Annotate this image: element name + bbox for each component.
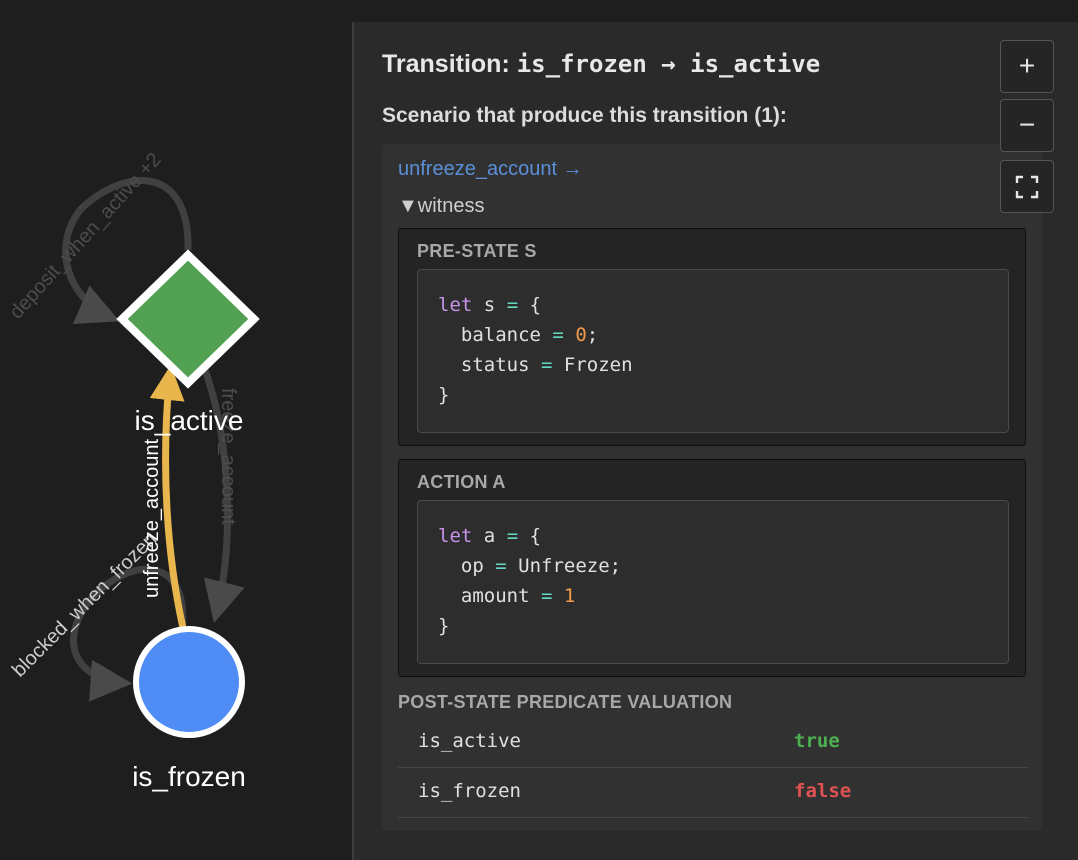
pre-state-code: let s = { balance = 0; status = Frozen }: [417, 269, 1009, 433]
witness-toggle[interactable]: ▼witness: [398, 195, 484, 218]
transition-details-panel: Transition: is_frozen → is_active Scenar…: [354, 22, 1078, 860]
panel-title: Transition: is_frozen → is_active: [382, 50, 820, 79]
scenario-heading: Scenario that produce this transition (1…: [382, 104, 787, 127]
scenario-card: unfreeze_account → ▼witness PRE-STATE S …: [382, 144, 1042, 831]
edge-label-unfreeze-account: unfreeze_account: [141, 439, 163, 598]
action-label: ACTION A: [417, 472, 506, 492]
title-prefix: Transition:: [382, 50, 517, 78]
predicate-row: is_active true: [398, 718, 1028, 768]
state-graph[interactable]: deposit_when_active +2 freeze_account bl…: [0, 0, 352, 860]
fit-screen-button[interactable]: [1000, 160, 1054, 213]
node-label-is-active: is_active: [135, 405, 244, 436]
action-section: ACTION A let a = { op = Unfreeze; amount…: [398, 459, 1026, 677]
zoom-in-button[interactable]: +: [1000, 40, 1054, 93]
predicate-name: is_active: [418, 730, 521, 752]
node-is-active[interactable]: [116, 249, 260, 389]
predicate-row: is_frozen false: [398, 768, 1028, 818]
action-code: let a = { op = Unfreeze; amount = 1 }: [417, 500, 1009, 664]
scenario-link[interactable]: unfreeze_account →: [398, 158, 583, 181]
pre-state-label: PRE-STATE S: [417, 241, 537, 261]
node-is-frozen[interactable]: [133, 626, 245, 738]
predicate-value: false: [794, 780, 852, 802]
pre-state-section: PRE-STATE S let s = { balance = 0; statu…: [398, 228, 1026, 446]
predicate-value: true: [794, 730, 840, 752]
zoom-out-button[interactable]: −: [1000, 99, 1054, 152]
predicate-name: is_frozen: [418, 780, 521, 802]
post-state-label: POST-STATE PREDICATE VALUATION: [398, 692, 733, 712]
fit-screen-icon: [1015, 175, 1039, 199]
graph-canvas[interactable]: deposit_when_active +2 freeze_account bl…: [0, 0, 352, 860]
title-transition: is_frozen → is_active: [516, 50, 821, 78]
node-label-is-frozen: is_frozen: [132, 761, 246, 792]
